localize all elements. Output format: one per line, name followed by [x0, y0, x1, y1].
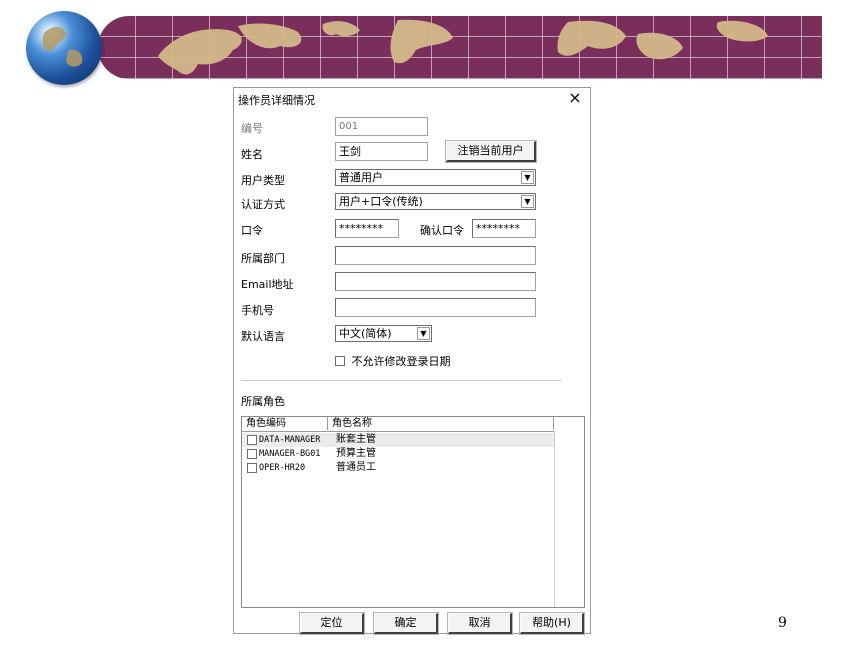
column-header-role-name[interactable]: 角色名称: [328, 417, 554, 430]
confirm-password-field[interactable]: ********: [472, 219, 536, 238]
world-map-graphic: [158, 19, 768, 75]
no-modify-login-date-row[interactable]: 不允许修改登录日期: [335, 353, 451, 369]
role-code: MANAGER-BG01: [259, 449, 321, 459]
email-label: Email地址: [241, 278, 294, 291]
name-label: 姓名: [241, 148, 263, 161]
mobile-field[interactable]: [335, 298, 536, 317]
locate-button[interactable]: 定位: [299, 612, 365, 635]
banner-world-map: [98, 16, 822, 79]
cancel-button[interactable]: 取消: [447, 612, 513, 635]
email-field[interactable]: [335, 272, 536, 291]
department-label: 所属部门: [241, 252, 285, 265]
title-bar: 操作员详细情况 ×: [234, 88, 590, 110]
roles-list-header: 角色编码 角色名称: [242, 417, 584, 432]
name-field[interactable]: 王剑: [335, 142, 428, 161]
auth-method-value: 用户+口令(传统): [339, 195, 423, 208]
mobile-label: 手机号: [241, 304, 274, 317]
language-label: 默认语言: [241, 330, 285, 343]
language-select[interactable]: 中文(简体) ▼: [335, 325, 432, 342]
roles-list[interactable]: 角色编码 角色名称 DATA-MANAGER 账套主管 MANAGER-BG01…: [241, 416, 585, 608]
table-row[interactable]: DATA-MANAGER 账套主管: [242, 433, 555, 447]
id-field[interactable]: 001: [335, 117, 428, 136]
role-checkbox[interactable]: [247, 449, 257, 459]
auth-method-select[interactable]: 用户+口令(传统) ▼: [335, 193, 536, 210]
id-label: 编号: [241, 122, 263, 135]
chevron-down-icon[interactable]: ▼: [521, 195, 534, 208]
column-header-role-code[interactable]: 角色编码: [242, 417, 328, 430]
role-code: OPER-HR20: [259, 463, 306, 473]
role-checkbox[interactable]: [247, 463, 257, 473]
language-value: 中文(简体): [339, 327, 392, 340]
user-type-label: 用户类型: [241, 174, 285, 187]
help-button[interactable]: 帮助(H): [519, 612, 585, 635]
department-field[interactable]: [335, 246, 536, 265]
logout-current-user-button[interactable]: 注销当前用户: [445, 140, 537, 163]
no-modify-login-date-label: 不允许修改登录日期: [351, 355, 451, 368]
globe-logo: [26, 11, 102, 85]
password-field[interactable]: ********: [335, 219, 399, 238]
roles-list-scrollbar[interactable]: [554, 431, 584, 607]
page-number: 9: [778, 615, 787, 631]
role-code: DATA-MANAGER: [259, 435, 321, 445]
auth-method-label: 认证方式: [241, 198, 285, 211]
close-icon[interactable]: ×: [566, 89, 584, 107]
roles-section-label: 所属角色: [241, 395, 285, 408]
chevron-down-icon[interactable]: ▼: [521, 171, 534, 184]
user-type-select[interactable]: 普通用户 ▼: [335, 169, 536, 186]
table-row[interactable]: OPER-HR20 普通员工: [242, 461, 555, 475]
globe-continents: [42, 27, 83, 67]
ok-button[interactable]: 确定: [373, 612, 439, 635]
role-name: 预算主管: [336, 448, 376, 459]
user-type-value: 普通用户: [339, 171, 383, 184]
confirm-password-label: 确认口令: [420, 224, 464, 237]
role-name: 账套主管: [336, 434, 376, 445]
no-modify-login-date-checkbox[interactable]: [335, 356, 345, 366]
table-row[interactable]: MANAGER-BG01 预算主管: [242, 447, 555, 461]
password-label: 口令: [241, 224, 263, 237]
chevron-down-icon[interactable]: ▼: [417, 327, 430, 340]
section-divider: [241, 380, 561, 381]
dialog-title: 操作员详细情况: [238, 94, 315, 107]
role-checkbox[interactable]: [247, 435, 257, 445]
operator-detail-dialog: 操作员详细情况 × 编号 001 姓名 王剑 注销当前用户 用户类型 普通用户 …: [233, 87, 591, 635]
role-name: 普通员工: [336, 462, 376, 473]
